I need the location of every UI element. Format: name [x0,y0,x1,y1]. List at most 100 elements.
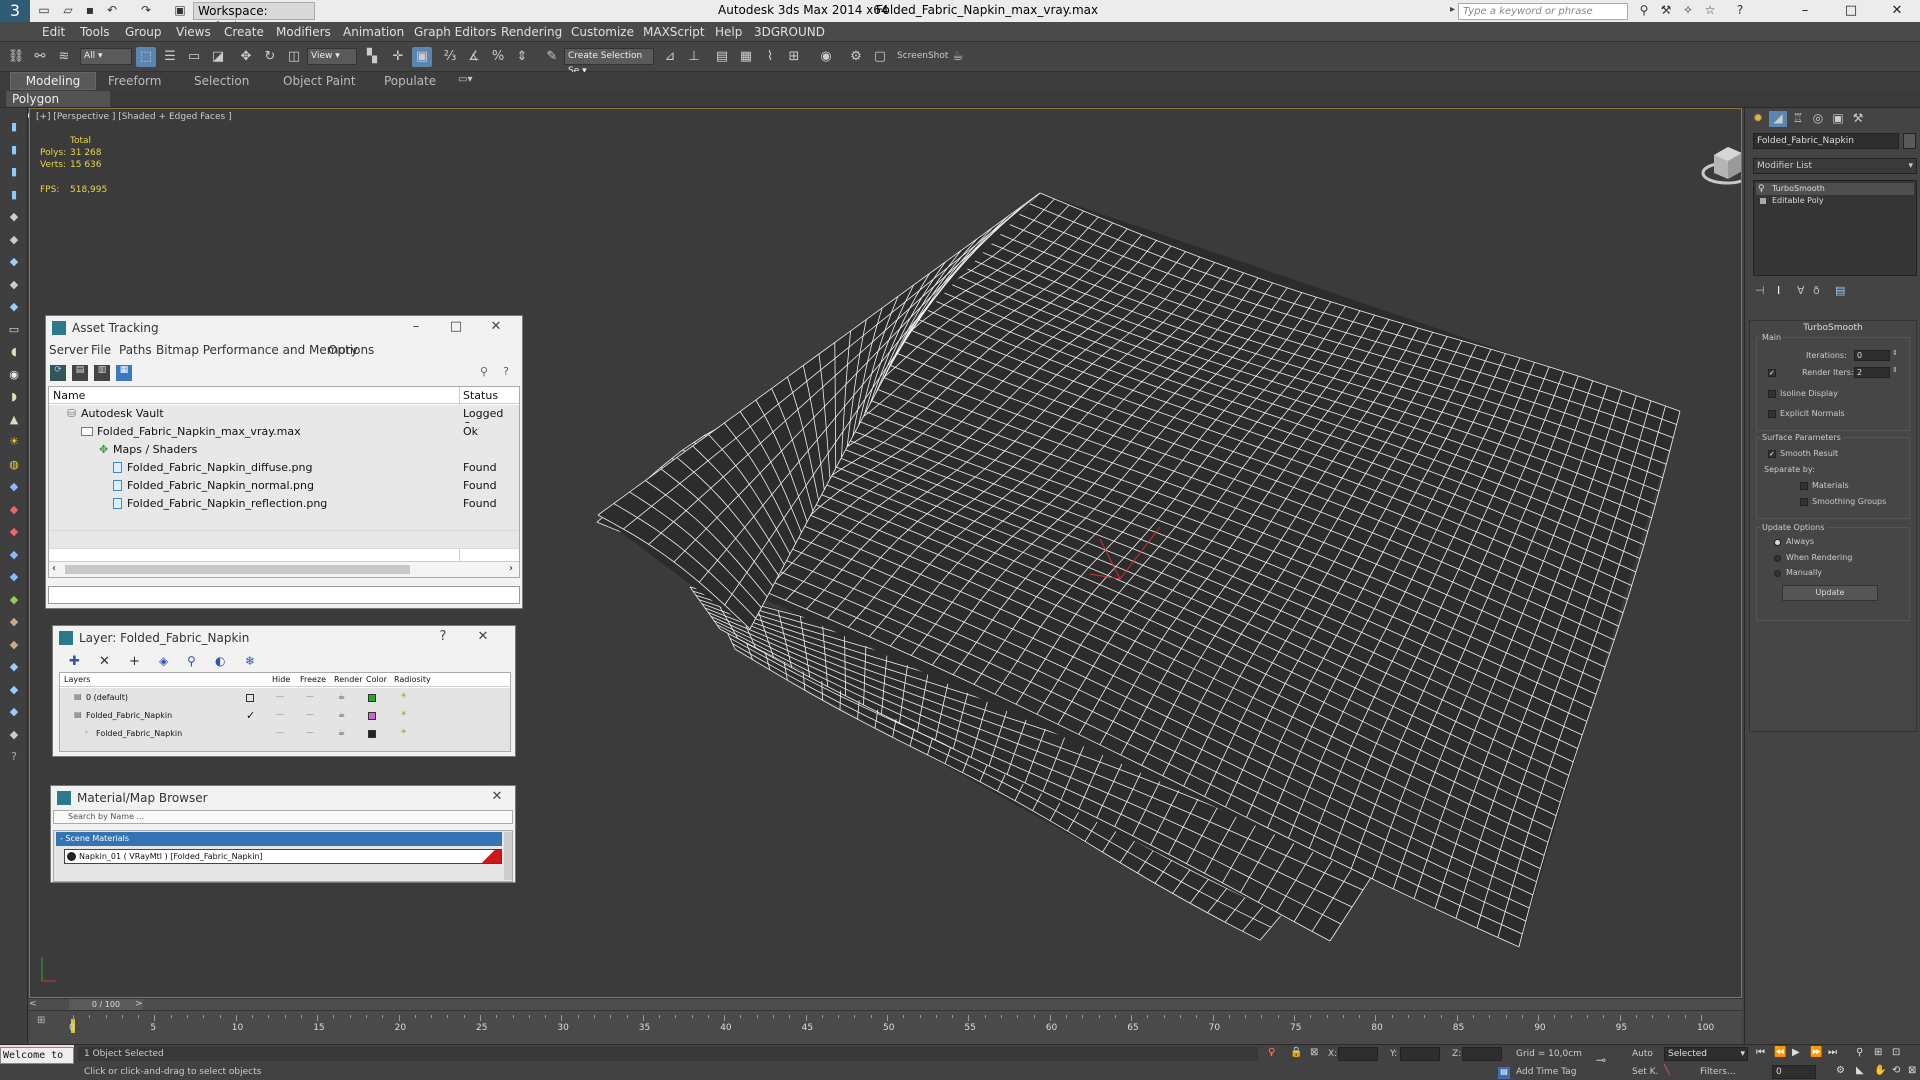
hide-all-icon[interactable]: ◐ [215,654,225,668]
left-tool-icon[interactable]: ▮ [5,141,23,159]
asset-menu-paths[interactable]: Paths [119,343,152,357]
left-tool-icon[interactable]: ◆ [5,253,23,271]
left-tool-icon[interactable]: ◍ [5,456,23,474]
maximize-button[interactable]: □ [1830,0,1872,22]
asset-detail-icon[interactable]: ▥ [94,365,110,381]
key-mode-icon[interactable]: ╲ [1664,1065,1670,1076]
remove-modifier-icon[interactable]: ð [1813,284,1820,297]
zoom-icon[interactable]: ⚲ [1856,1047,1863,1058]
window-crossing-icon[interactable]: ◪ [208,47,228,67]
redo-icon[interactable]: ↷ [138,3,154,18]
asset-help-icon[interactable]: ? [498,365,514,381]
always-radio[interactable] [1774,539,1781,546]
radiosity-icon[interactable]: ☀ [400,691,407,700]
manipulate-icon[interactable]: ✛ [388,47,408,67]
field-of-view-icon[interactable]: ◣ [1856,1065,1864,1076]
render-iters-spinner[interactable]: 2 [1854,367,1890,378]
asset-vault-icon[interactable]: ⚲ [476,365,492,381]
menu-3dground[interactable]: 3DGROUND [754,25,825,39]
expand-search-icon[interactable]: ▸ [1450,4,1455,15]
when-rendering-radio[interactable] [1774,555,1781,562]
selection-filter-dropdown[interactable]: All ▾ [80,48,132,65]
col-radiosity[interactable]: Radiosity [394,675,431,684]
left-tool-icon[interactable]: ◆ [5,703,23,721]
curve-editor-icon[interactable]: ⌇ [760,47,780,67]
render-teapot-icon[interactable]: ☕ [948,47,968,67]
ribbon-options-icon[interactable]: ▭▾ [458,74,472,85]
col-layers[interactable]: Layers [64,675,90,684]
make-unique-icon[interactable]: ∀ [1797,284,1805,297]
polygon-modeling-panel[interactable]: Polygon Modeling [6,91,110,122]
left-tool-icon[interactable]: ◆ [5,276,23,294]
left-tool-icon[interactable]: ◆ [5,478,23,496]
bind-spacewarp-icon[interactable]: ≋ [54,47,74,67]
left-tool-icon[interactable]: ? [5,748,23,766]
layer-close-button[interactable]: ✕ [473,629,493,644]
scroll-thumb[interactable] [65,565,410,574]
menu-group[interactable]: Group [125,25,162,39]
named-selection-dropdown[interactable]: Create Selection Se ▾ [564,48,654,76]
selection-lock-icon[interactable]: 🔒 [1290,1047,1302,1058]
browser-search-input[interactable]: Search by Name ... [53,810,513,824]
search-input[interactable]: Type a keyword or phrase [1458,3,1628,20]
create-tab-icon[interactable]: ✹ [1749,111,1767,127]
edit-named-selection-icon[interactable]: ✎ [542,47,562,67]
menu-modifiers[interactable]: Modifiers [276,25,331,39]
col-render[interactable]: Render [334,675,362,684]
z-coordinate-field[interactable] [1462,1047,1502,1061]
turbosmooth-title[interactable]: TurboSmooth [1750,323,1916,333]
asset-row[interactable]: ⛁ Autodesk Vault Logged O... [49,405,519,433]
rect-selection-icon[interactable]: ▭ [184,47,204,67]
current-frame-field[interactable]: 0 [1772,1065,1816,1079]
smoothing-groups-checkbox[interactable] [1800,498,1808,506]
left-tool-icon[interactable]: ◆ [5,501,23,519]
perspective-viewport[interactable]: [+] [Perspective ] [Shaded + Edged Faces… [29,108,1742,998]
utilities-tab-icon[interactable]: ⚒ [1849,111,1867,127]
menu-rendering[interactable]: Rendering [501,25,562,39]
delete-layer-icon[interactable]: ✕ [99,654,110,669]
rotate-icon[interactable]: ↻ [260,47,280,67]
freeze-all-icon[interactable]: ❄ [245,654,255,668]
align-icon[interactable]: ⊥ [684,47,704,67]
left-tool-icon[interactable]: ◗ [5,388,23,406]
asset-horizontal-scrollbar[interactable]: ‹ › [49,561,519,577]
absolute-mode-icon[interactable]: ⊠ [1310,1047,1318,1058]
mirror-icon[interactable]: ⊿ [660,47,680,67]
left-tool-icon[interactable]: ▮ [5,163,23,181]
asset-row[interactable]: Folded_Fabric_Napkin_reflection.png Foun… [49,495,519,513]
asset-refresh-icon[interactable]: ⟳ [50,365,66,381]
menu-views[interactable]: Views [176,25,211,39]
workspace-dropdown[interactable]: Workspace: Default ▾ [193,2,315,34]
add-to-layer-icon[interactable]: + [129,654,140,669]
render-teapot-icon[interactable]: ☕ [338,692,345,701]
layer-help-button[interactable]: ? [433,629,453,644]
freeze-toggle[interactable]: — [306,692,314,701]
select-by-name-icon[interactable]: ☰ [160,47,180,67]
col-color[interactable]: Color [366,675,387,684]
scroll-right-icon[interactable]: › [509,563,513,574]
time-prev-icon[interactable]: < [29,999,37,1009]
freeze-toggle[interactable]: — [306,710,314,719]
asset-menu-file[interactable]: File [91,343,111,357]
col-freeze[interactable]: Freeze [300,675,326,684]
update-button[interactable]: Update [1782,585,1878,601]
menu-create[interactable]: Create [224,25,264,39]
asset-row[interactable]: Folded_Fabric_Napkin_diffuse.png Found [49,459,519,477]
left-tool-icon[interactable]: ◉ [5,366,23,384]
bulb-icon[interactable]: ♀ [1758,183,1765,195]
material-item[interactable]: Napkin_01 ( VRayMtl ) [Folded_Fabric_Nap… [64,849,502,864]
maximize-viewport-icon[interactable]: ⊠ [1908,1065,1916,1076]
set-key-icon[interactable]: ⊸ [1596,1053,1606,1067]
isolate-selection-icon[interactable]: ♀ [1268,1047,1275,1058]
active-layer-check-icon[interactable]: ✓ [246,709,255,722]
tab-freeform[interactable]: Freeform [108,74,161,88]
zoom-all-icon[interactable]: ⊞ [1874,1047,1882,1058]
screenshot-label[interactable]: ScreenShot [897,51,948,61]
keyboard-shortcut-override-icon[interactable]: ▣ [412,47,432,67]
y-coordinate-field[interactable] [1400,1047,1440,1061]
layer-color-swatch[interactable] [368,730,376,738]
add-time-tag[interactable]: Add Time Tag [1516,1067,1576,1077]
next-frame-icon[interactable]: ⏩ [1810,1047,1822,1058]
favorites-icon[interactable]: ☆ [1702,3,1718,18]
left-tool-icon[interactable]: ▭ [5,321,23,339]
